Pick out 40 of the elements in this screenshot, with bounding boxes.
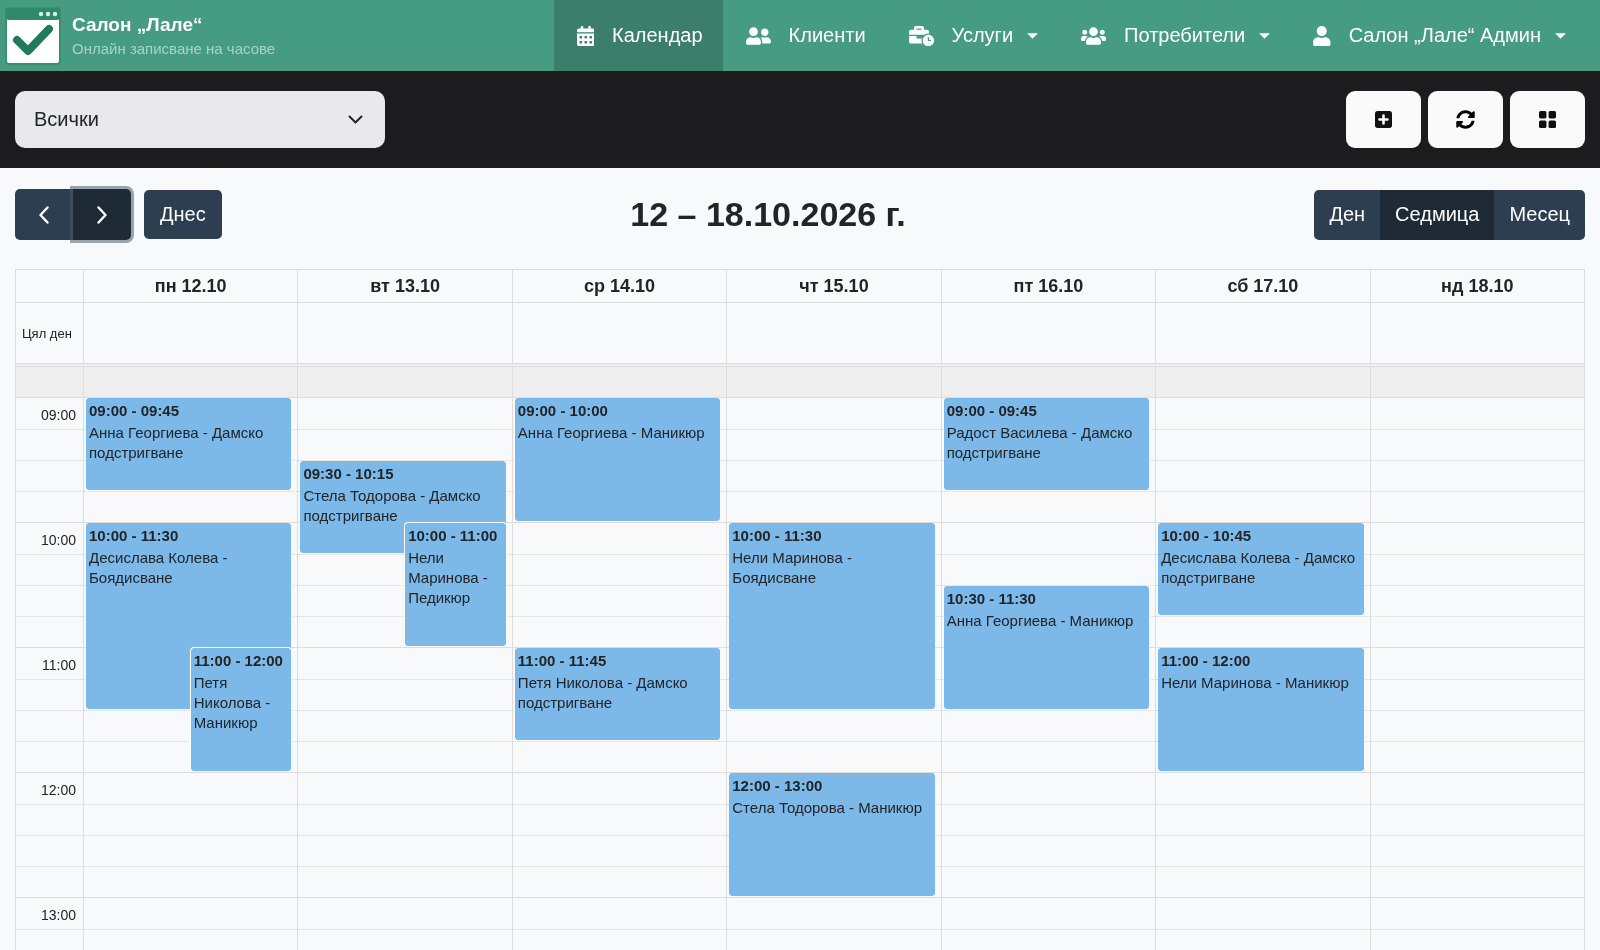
event-time: 10:30 - 11:30 bbox=[946, 588, 1037, 609]
time-label: 11:00 bbox=[41, 656, 77, 675]
day-header: вт 13.10 bbox=[370, 275, 440, 297]
event-title: Нели Маринова - Маникюр bbox=[1161, 673, 1350, 694]
event-title: Анна Георгиева - Маникюр bbox=[517, 423, 706, 444]
brand-subtitle: Онлайн записване на часове bbox=[72, 39, 276, 58]
event-title: Анна Георгиева - Дамско подстригване bbox=[89, 423, 265, 464]
time-label: 09:00 bbox=[39, 406, 77, 425]
day-header: сб 17.10 bbox=[1227, 275, 1299, 297]
date-range-title: 12 – 18.10.2026 г. bbox=[630, 195, 906, 234]
day-header: чт 15.10 bbox=[799, 275, 869, 297]
event-title: Радост Василева - Дамско подстригване bbox=[946, 423, 1134, 464]
event-time: 12:00 - 13:00 bbox=[732, 776, 824, 797]
day-header: пт 16.10 bbox=[1013, 275, 1084, 297]
day-header: пн 12.10 bbox=[154, 275, 227, 297]
time-label: 12:00 bbox=[39, 781, 77, 800]
all-day-label: Цял ден bbox=[21, 325, 72, 341]
event-time: 11:00 - 12:00 bbox=[193, 651, 284, 672]
event-time: 09:30 - 10:15 bbox=[303, 463, 395, 484]
event-time: 09:00 - 09:45 bbox=[946, 401, 1038, 422]
brand-title: Салон „Лале“ bbox=[72, 13, 204, 36]
event-title: Нели Маринова - Боядисване bbox=[732, 548, 853, 589]
day-header: ср 14.10 bbox=[584, 275, 656, 297]
event-time: 10:00 - 11:30 bbox=[732, 526, 823, 547]
day-header: нд 18.10 bbox=[1441, 275, 1514, 297]
event-time: 10:00 - 11:00 bbox=[408, 526, 499, 547]
event-time: 09:00 - 09:45 bbox=[89, 401, 181, 422]
event-time: 11:00 - 12:00 bbox=[1161, 651, 1252, 672]
event-title: Стела Тодорова - Маникюр bbox=[732, 798, 923, 819]
event-title: Анна Георгиева - Маникюр bbox=[946, 610, 1135, 631]
event-title: Десислава Колева - Боядисване bbox=[89, 548, 229, 589]
event-time: 11:00 - 11:45 bbox=[517, 651, 608, 672]
time-label: 10:00 bbox=[39, 531, 77, 550]
event-title: Стела Тодорова - Дамско подстригване bbox=[303, 485, 482, 526]
event-time: 10:00 - 10:45 bbox=[1161, 526, 1253, 547]
event-title: Петя Николова - Дамско подстригване bbox=[517, 673, 689, 714]
event-title: Десислава Колева - Дамско подстригване bbox=[1161, 548, 1357, 589]
time-label: 13:00 bbox=[39, 906, 77, 925]
event-time: 10:00 - 11:30 bbox=[89, 526, 180, 547]
event-time: 09:00 - 10:00 bbox=[517, 401, 609, 422]
